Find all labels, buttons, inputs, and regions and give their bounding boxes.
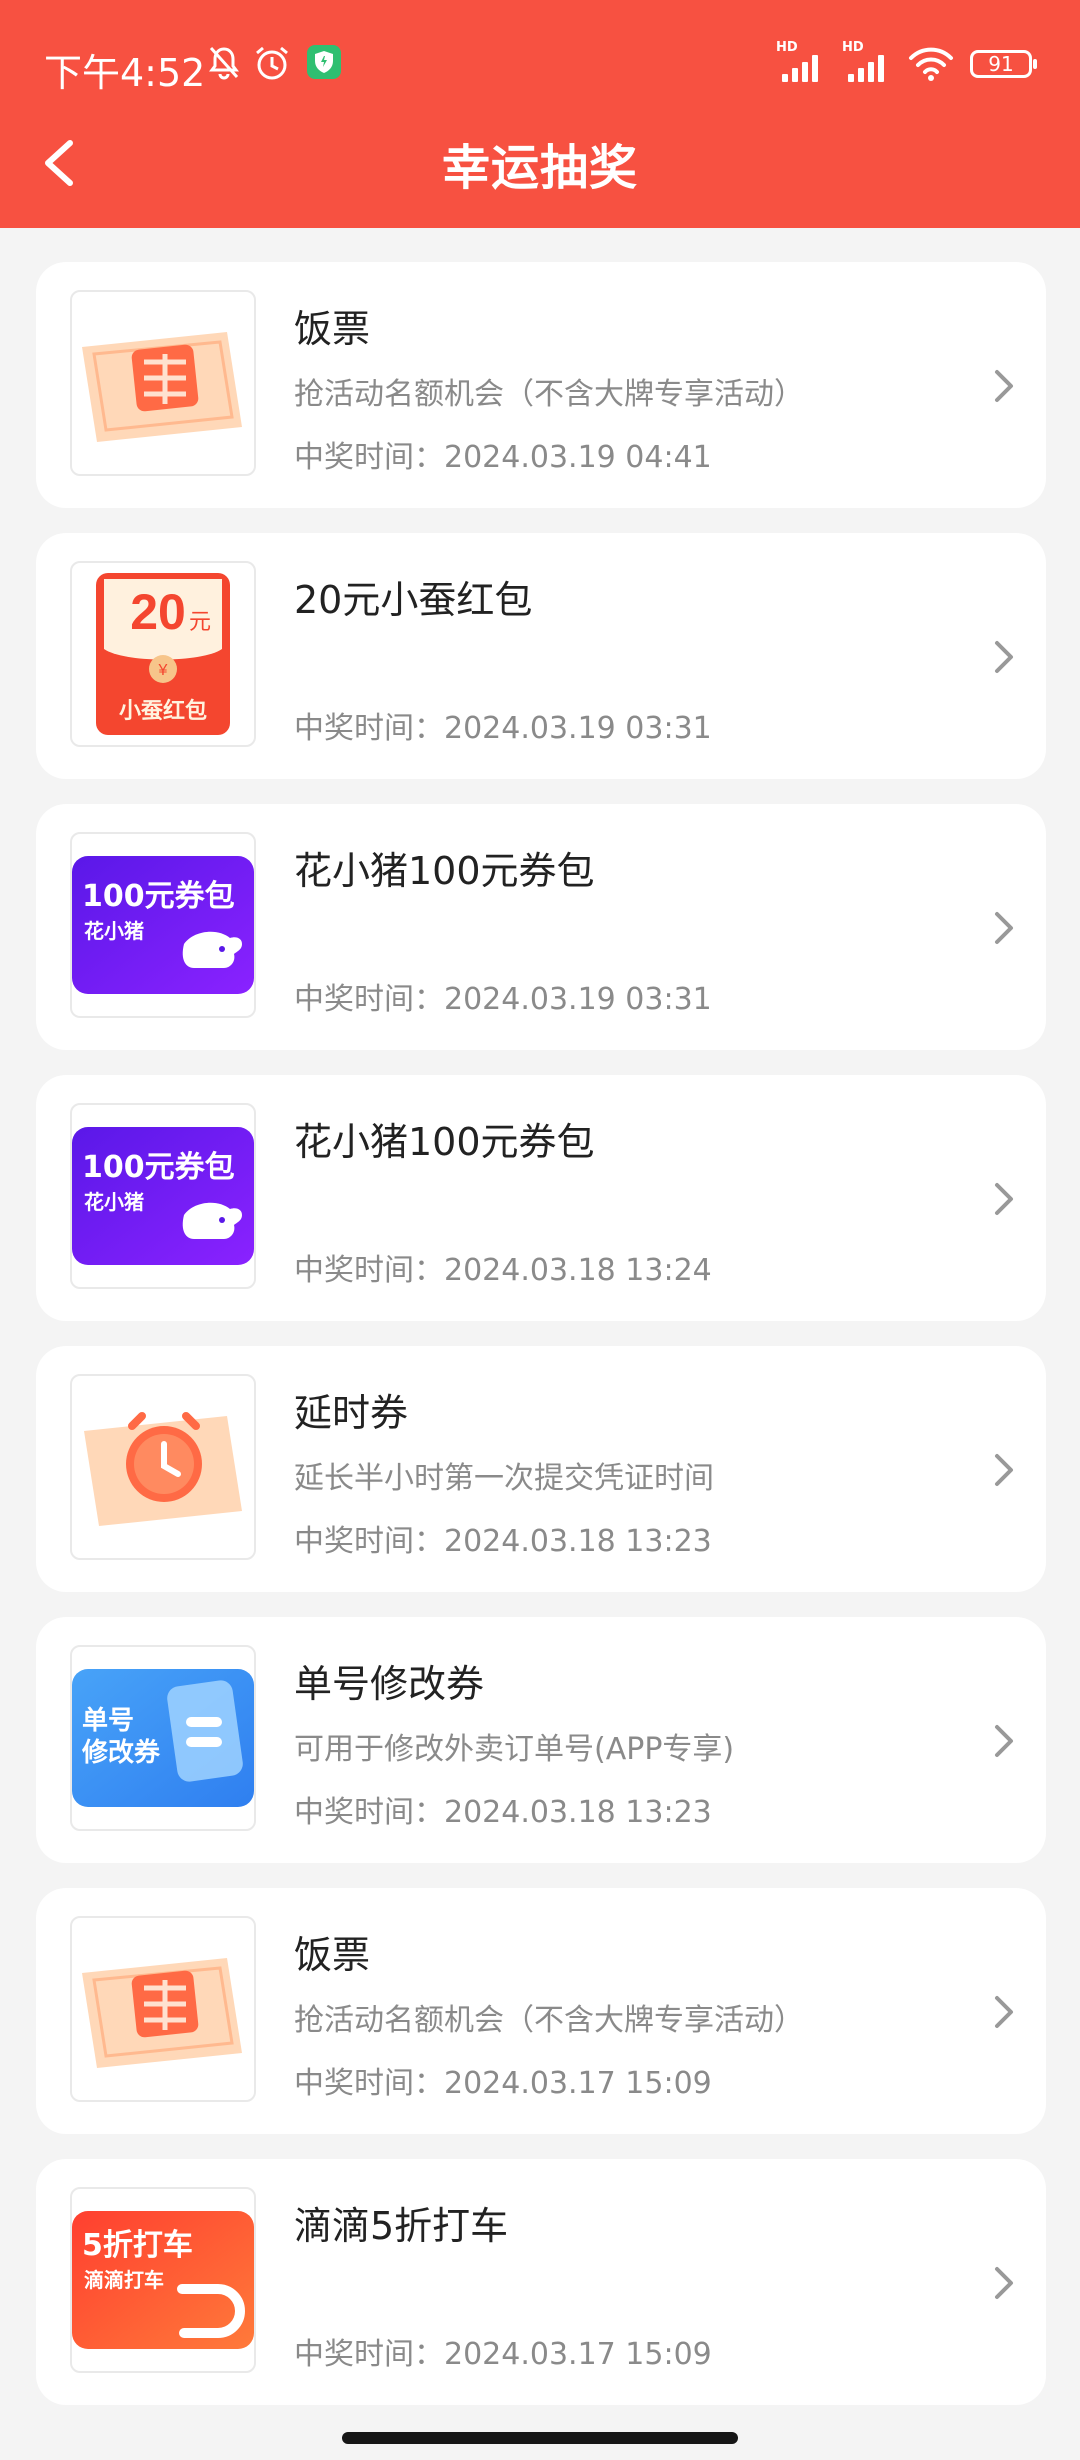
meal-ticket-icon xyxy=(82,1958,242,2068)
svg-text:花小猪: 花小猪 xyxy=(84,919,144,943)
prize-item[interactable]: 100元券包 花小猪 花小猪100元券包 中奖时间：2024.03.19 03:… xyxy=(36,804,1046,1050)
prize-item[interactable]: 100元券包 花小猪 花小猪100元券包 中奖时间：2024.03.18 13:… xyxy=(36,1075,1046,1321)
svg-text:小蚕红包: 小蚕红包 xyxy=(119,698,207,724)
prize-time: 中奖时间：2024.03.17 15:09 xyxy=(294,2066,712,2101)
alarm-icon xyxy=(256,46,288,80)
page-title: 幸运抽奖 xyxy=(441,140,638,196)
order-edit-thumbnail: 单号 修改券 xyxy=(70,1645,256,1831)
svg-text:元: 元 xyxy=(189,610,211,635)
order-edit-icon: 单号 修改券 xyxy=(72,1669,254,1807)
svg-text:花小猪: 花小猪 xyxy=(84,1190,144,1214)
chevron-right-icon xyxy=(995,912,1013,944)
delay-ticket-thumbnail xyxy=(70,1374,256,1560)
didi-thumbnail: 5折打车 滴滴打车 xyxy=(70,2187,256,2373)
top-bar: 下午4:52 HD HD 91 幸运抽奖 xyxy=(0,0,1080,228)
prize-item[interactable]: 单号 修改券 单号修改券 可用于修改外卖订单号(APP专享) 中奖时间：2024… xyxy=(36,1617,1046,1863)
meal-ticket-thumbnail xyxy=(70,290,256,476)
prize-title: 饭票 xyxy=(294,1933,371,1977)
prize-time: 中奖时间：2024.03.18 13:23 xyxy=(294,1524,712,1559)
status-icons: HD HD 91 xyxy=(776,40,1037,82)
svg-text:20: 20 xyxy=(130,584,186,640)
red-packet-icon: ¥ 20 元 小蚕红包 xyxy=(96,573,230,735)
prize-time: 中奖时间：2024.03.17 15:09 xyxy=(294,2337,712,2372)
coupon-pack-icon: 100元券包 花小猪 xyxy=(72,1127,254,1265)
home-indicator[interactable] xyxy=(342,2432,738,2444)
meal-ticket-thumbnail xyxy=(70,1916,256,2102)
coupon-pack-thumbnail: 100元券包 花小猪 xyxy=(70,1103,256,1289)
prize-title: 20元小蚕红包 xyxy=(294,578,533,622)
prize-title: 饭票 xyxy=(294,307,371,351)
status-time: 下午4:52 xyxy=(44,51,206,95)
signal-icon: HD xyxy=(776,40,826,82)
prize-time: 中奖时间：2024.03.18 13:23 xyxy=(294,1795,712,1830)
prize-description: 可用于修改外卖订单号(APP专享) xyxy=(294,1732,735,1767)
prize-item[interactable]: 饭票 抢活动名额机会（不含大牌专享活动） 中奖时间：2024.03.19 04:… xyxy=(36,262,1046,508)
svg-text:单号: 单号 xyxy=(82,1706,134,1736)
prize-title: 滴滴5折打车 xyxy=(294,2204,509,2248)
svg-text:¥: ¥ xyxy=(158,662,168,679)
prize-title: 延时券 xyxy=(294,1391,409,1435)
prize-description: 抢活动名额机会（不含大牌专享活动） xyxy=(294,2003,804,2038)
prize-item[interactable]: 5折打车 滴滴打车 滴滴5折打车 中奖时间：2024.03.17 15:09 xyxy=(36,2159,1046,2405)
prize-list: 饭票 抢活动名额机会（不含大牌专享活动） 中奖时间：2024.03.19 04:… xyxy=(36,262,1046,2430)
svg-text:100元券包: 100元券包 xyxy=(82,879,235,914)
chevron-right-icon xyxy=(995,370,1013,402)
clock-ticket-icon xyxy=(84,1412,242,1526)
coupon-pack-icon: 100元券包 花小猪 xyxy=(72,856,254,994)
prize-description: 抢活动名额机会（不含大牌专享活动） xyxy=(294,377,804,412)
prize-description: 延长半小时第一次提交凭证时间 xyxy=(294,1461,714,1496)
meal-ticket-icon xyxy=(82,332,242,442)
svg-text:滴滴打车: 滴滴打车 xyxy=(84,2268,164,2292)
red-packet-thumbnail: ¥ 20 元 小蚕红包 xyxy=(70,561,256,747)
svg-text:5折打车: 5折打车 xyxy=(82,2228,193,2263)
prize-title: 花小猪100元券包 xyxy=(294,849,595,893)
chevron-right-icon xyxy=(995,2267,1013,2299)
chevron-right-icon xyxy=(995,1454,1013,1486)
prize-item[interactable]: 延时券 延长半小时第一次提交凭证时间 中奖时间：2024.03.18 13:23 xyxy=(36,1346,1046,1592)
chevron-right-icon xyxy=(995,1725,1013,1757)
prize-item[interactable]: ¥ 20 元 小蚕红包 20元小蚕红包 中奖时间：2024.03.19 03:3… xyxy=(36,533,1046,779)
didi-coupon-icon: 5折打车 滴滴打车 xyxy=(72,2211,254,2349)
prize-time: 中奖时间：2024.03.18 13:24 xyxy=(294,1253,712,1288)
prize-time: 中奖时间：2024.03.19 03:31 xyxy=(294,982,712,1017)
svg-text:100元券包: 100元券包 xyxy=(82,1150,235,1185)
prize-time: 中奖时间：2024.03.19 03:31 xyxy=(294,711,712,746)
bell-muted-icon xyxy=(209,46,239,80)
prize-time: 中奖时间：2024.03.19 04:41 xyxy=(294,440,712,475)
signal-icon: HD xyxy=(842,40,892,82)
wifi-icon xyxy=(909,47,953,81)
coupon-pack-thumbnail: 100元券包 花小猪 xyxy=(70,832,256,1018)
svg-text:修改券: 修改券 xyxy=(81,1737,161,1768)
battery-icon: 91 xyxy=(970,50,1037,78)
prize-item[interactable]: 饭票 抢活动名额机会（不含大牌专享活动） 中奖时间：2024.03.17 15:… xyxy=(36,1888,1046,2134)
chevron-right-icon xyxy=(995,1996,1013,2028)
chevron-right-icon xyxy=(995,641,1013,673)
shield-icon xyxy=(307,45,341,79)
prize-title: 花小猪100元券包 xyxy=(294,1120,595,1164)
chevron-right-icon xyxy=(995,1183,1013,1215)
prize-title: 单号修改券 xyxy=(294,1662,485,1706)
